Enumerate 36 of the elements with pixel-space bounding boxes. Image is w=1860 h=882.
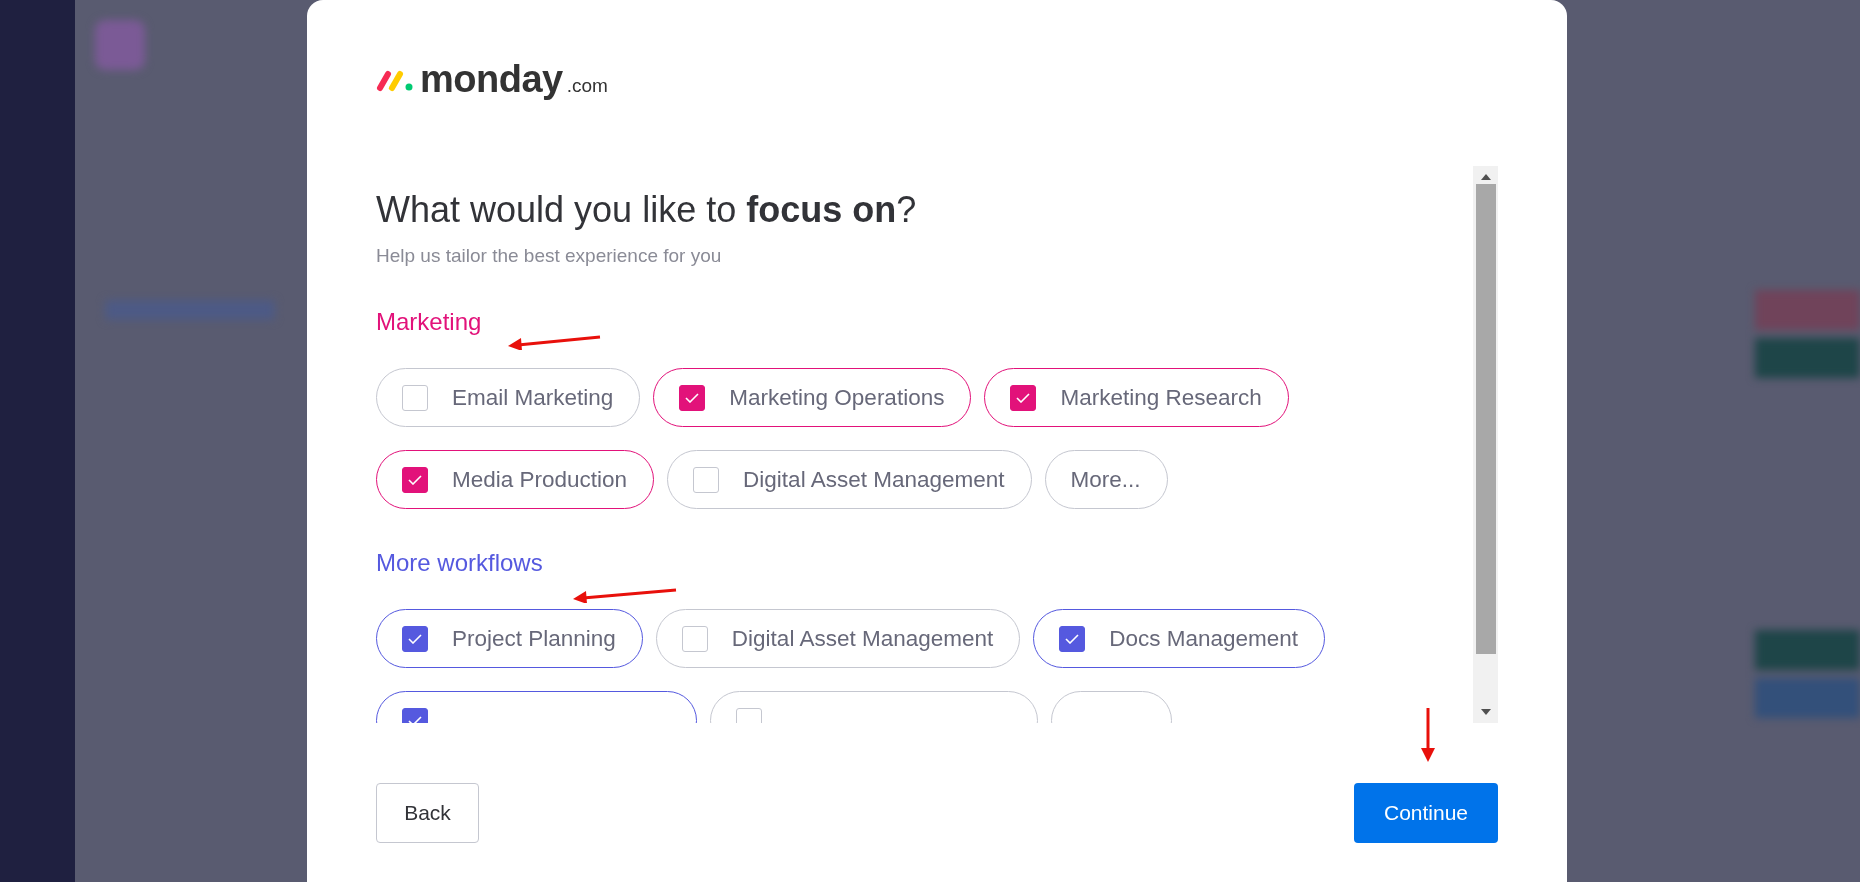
option-chip[interactable]: Marketing Operations	[653, 368, 972, 427]
checkbox[interactable]	[402, 466, 428, 493]
logo-suffix: .com	[566, 75, 608, 97]
checkbox[interactable]	[1010, 384, 1037, 411]
option-chip[interactable]: Project Planning	[376, 609, 643, 668]
check-icon	[685, 392, 700, 403]
checkbox[interactable]	[681, 625, 708, 652]
question-subtitle: Help us tailor the best experience for you	[376, 244, 723, 268]
scrollbar[interactable]	[1473, 166, 1498, 723]
option-chip[interactable]: Media Production	[376, 450, 655, 509]
option-chip[interactable]: Digital Asset Management	[655, 609, 1021, 668]
option-chip[interactable]: Marketing Research	[984, 368, 1289, 427]
check-icon	[408, 633, 422, 644]
scroll-thumb[interactable]	[1475, 184, 1496, 654]
continue-button[interactable]: Continue	[1354, 783, 1498, 843]
checkbox[interactable]	[402, 625, 428, 652]
section-title: More workflows	[376, 549, 544, 577]
more-chip[interactable]: More...	[1044, 450, 1168, 509]
section-title: Marketing	[376, 308, 483, 336]
checkbox[interactable]	[402, 384, 428, 411]
check-icon	[408, 715, 422, 723]
question-heading: What would you like to focus on?	[376, 188, 918, 232]
check-icon	[1065, 633, 1080, 644]
scroll-up-icon[interactable]	[1480, 174, 1491, 180]
back-button[interactable]: Back	[376, 783, 479, 843]
option-chip[interactable]: Email Marketing	[376, 368, 641, 427]
logo-name: monday	[420, 58, 563, 101]
checkbox[interactable]	[679, 384, 706, 411]
option-chip[interactable]: Docs Management	[1033, 609, 1326, 668]
option-chip[interactable]: Digital Asset Management	[667, 450, 1032, 509]
check-icon	[408, 474, 422, 485]
checkbox[interactable]	[1059, 625, 1086, 652]
scroll-down-icon[interactable]	[1480, 709, 1491, 715]
check-icon	[1016, 392, 1031, 403]
annotation-arrow	[1420, 708, 1436, 762]
checkbox[interactable]	[693, 466, 720, 493]
